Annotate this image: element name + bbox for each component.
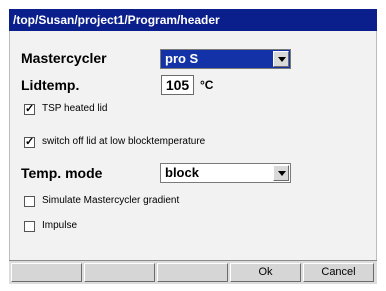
mastercycler-select[interactable]: pro S xyxy=(160,49,291,69)
blank-button-1[interactable] xyxy=(11,263,82,282)
chevron-down-icon[interactable] xyxy=(273,51,289,67)
blank-button-2[interactable] xyxy=(84,263,155,282)
mastercycler-label: Mastercycler xyxy=(21,50,107,66)
title-bar: /top/Susan/project1/Program/header xyxy=(9,9,377,31)
simulate-gradient-checkbox[interactable] xyxy=(24,196,35,207)
blank-button-3[interactable] xyxy=(157,263,228,282)
button-bar: Ok Cancel xyxy=(9,260,377,284)
simulate-gradient-label: Simulate Mastercycler gradient xyxy=(42,195,180,206)
lidtemp-unit: °C xyxy=(200,78,214,92)
switch-off-lid-label: switch off lid at low blocktemperature xyxy=(42,136,206,147)
temp-mode-label: Temp. mode xyxy=(21,165,103,181)
tsp-heated-lid-checkbox[interactable] xyxy=(24,102,35,115)
ok-button[interactable]: Ok xyxy=(230,263,301,282)
temp-mode-select-value: block xyxy=(165,165,199,180)
lidtemp-label: Lidtemp. xyxy=(21,77,80,93)
impulse-checkbox[interactable] xyxy=(24,221,35,232)
mastercycler-select-value: pro S xyxy=(165,51,199,66)
settings-panel: Mastercycler pro S Lidtemp. 105 °C TSP h… xyxy=(9,31,377,260)
cancel-button[interactable]: Cancel xyxy=(303,263,374,282)
tsp-heated-lid-label: TSP heated lid xyxy=(42,103,108,114)
impulse-label: Impulse xyxy=(42,220,78,231)
dialog-window: /top/Susan/project1/Program/header Maste… xyxy=(0,0,386,291)
temp-mode-select[interactable]: block xyxy=(160,163,291,183)
chevron-down-icon[interactable] xyxy=(273,165,289,181)
switch-off-lid-checkbox[interactable] xyxy=(24,135,35,148)
lidtemp-input[interactable]: 105 xyxy=(161,75,194,95)
